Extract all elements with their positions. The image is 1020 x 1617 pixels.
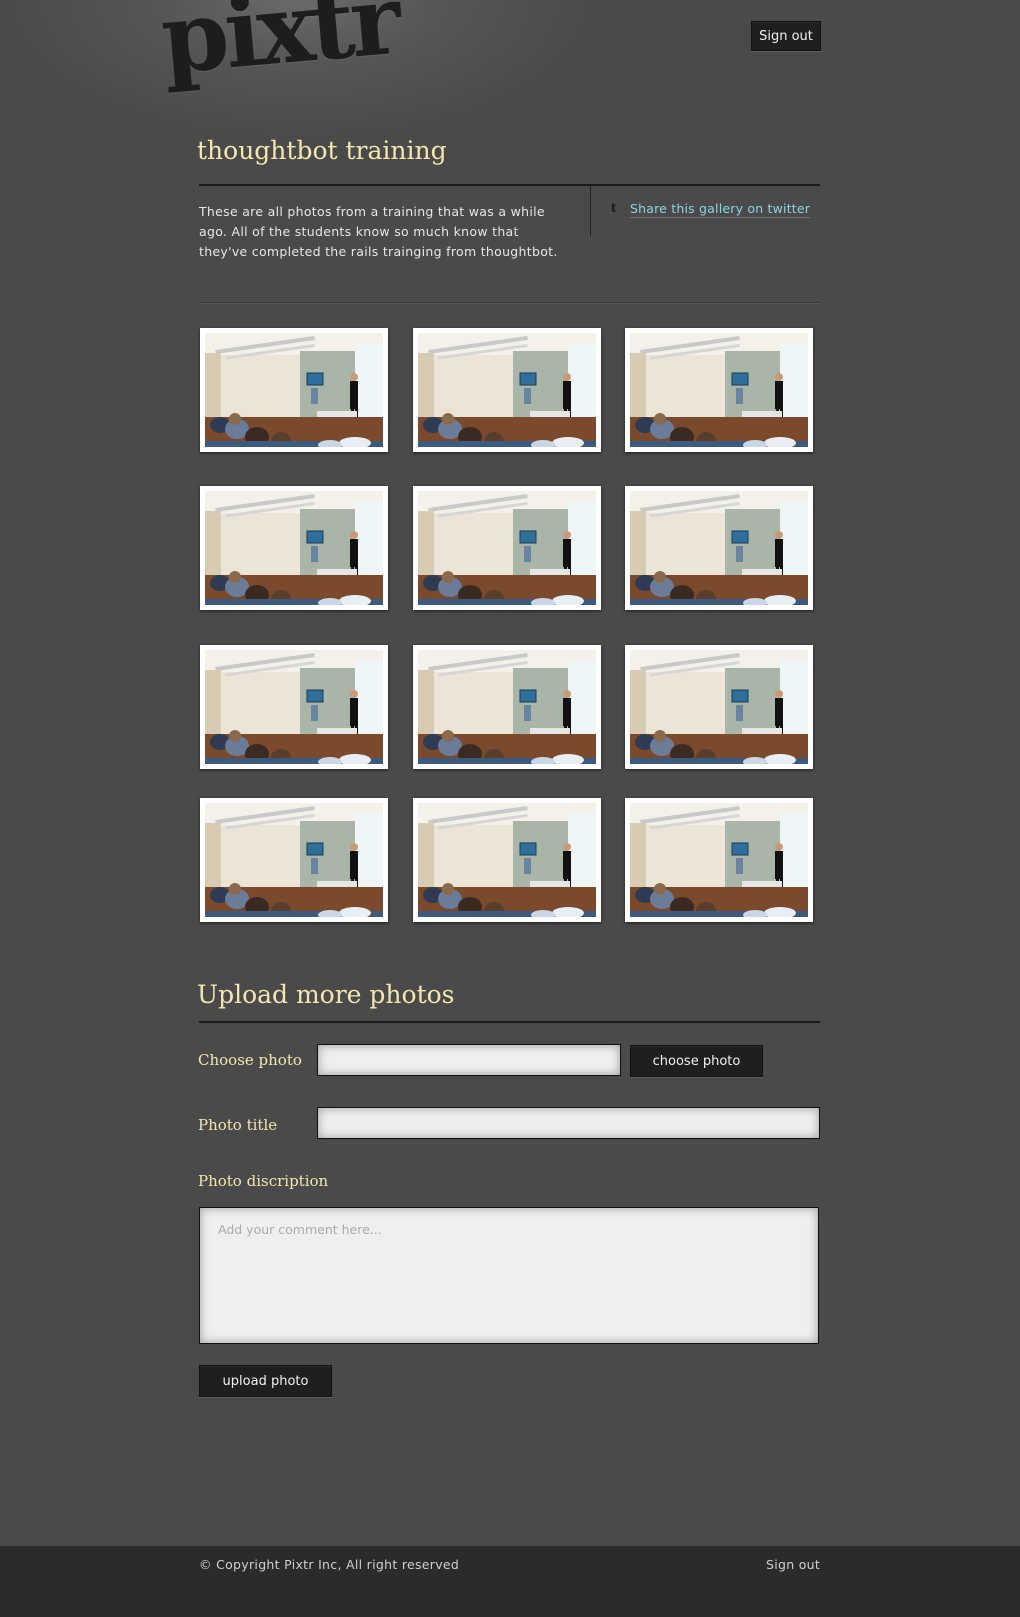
photo-thumbnail[interactable]	[413, 798, 601, 922]
footer	[0, 1546, 1020, 1617]
photo-image	[205, 650, 383, 764]
photo-thumbnail[interactable]	[413, 328, 601, 452]
photo-thumbnail[interactable]	[200, 798, 388, 922]
photo-image	[418, 333, 596, 447]
upload-divider	[199, 1021, 820, 1023]
header-background	[0, 0, 1020, 160]
upload-photo-button[interactable]: upload photo	[199, 1365, 332, 1397]
sign-out-button[interactable]: Sign out	[751, 21, 821, 51]
photo-image	[205, 333, 383, 447]
gallery-title: thoughtbot training	[197, 136, 447, 165]
upload-section-title: Upload more photos	[197, 980, 455, 1009]
gallery-description: These are all photos from a training tha…	[199, 204, 558, 259]
photo-image	[205, 491, 383, 605]
footer-sign-out-link[interactable]: Sign out	[766, 1557, 820, 1572]
photo-thumbnail[interactable]	[625, 645, 813, 769]
photo-image	[630, 803, 808, 917]
copyright-text: © Copyright Pixtr Inc, All right reserve…	[199, 1557, 460, 1572]
photo-thumbnail[interactable]	[200, 645, 388, 769]
description-divider	[199, 302, 820, 304]
photo-description-label: Photo discription	[198, 1172, 329, 1190]
photo-image	[630, 650, 808, 764]
photo-thumbnail[interactable]	[625, 328, 813, 452]
photo-thumbnail[interactable]	[413, 645, 601, 769]
photo-description-textarea[interactable]	[199, 1207, 819, 1344]
photo-image	[418, 803, 596, 917]
photo-thumbnail[interactable]	[625, 486, 813, 610]
twitter-icon: t	[611, 201, 617, 215]
photo-thumbnail[interactable]	[625, 798, 813, 922]
file-path-field[interactable]	[317, 1044, 621, 1076]
photo-title-input[interactable]	[317, 1107, 820, 1139]
photo-thumbnail[interactable]	[413, 486, 601, 610]
share-twitter-link[interactable]: Share this gallery on twitter	[630, 201, 811, 218]
photo-thumbnail[interactable]	[200, 486, 388, 610]
photo-image	[630, 491, 808, 605]
photo-image	[418, 491, 596, 605]
title-divider	[199, 184, 820, 186]
photo-thumbnail[interactable]	[200, 328, 388, 452]
photo-image	[630, 333, 808, 447]
photo-image	[205, 803, 383, 917]
choose-photo-button[interactable]: choose photo	[630, 1045, 763, 1077]
column-divider	[590, 186, 591, 236]
choose-photo-label: Choose photo	[198, 1051, 302, 1069]
photo-image	[418, 650, 596, 764]
photo-title-label: Photo title	[198, 1116, 278, 1134]
pixtr-logo[interactable]: pixtr	[157, 0, 402, 96]
